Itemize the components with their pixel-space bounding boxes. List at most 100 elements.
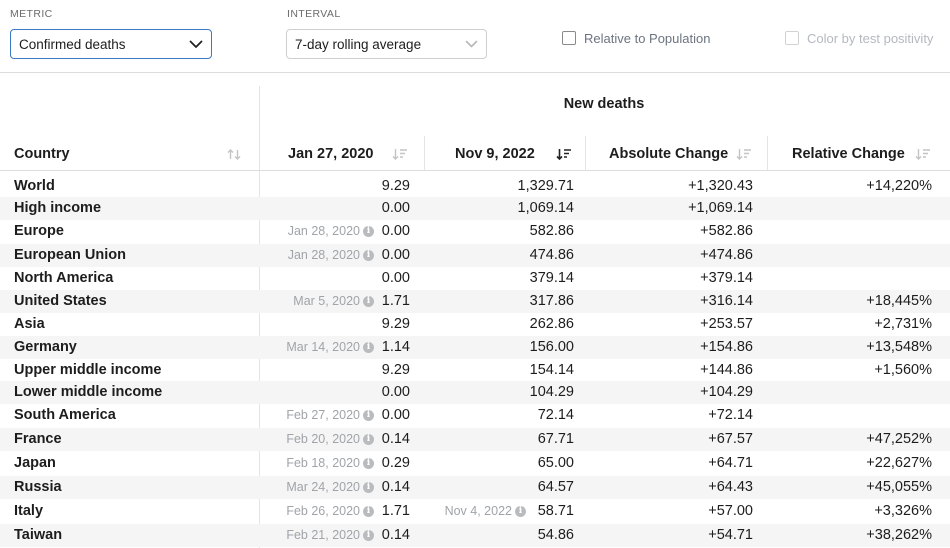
country-name: High income xyxy=(14,200,102,216)
table-row[interactable]: Upper middle income 9.29 154.14 +144.86 +1,5… xyxy=(0,359,950,382)
color-positivity-checkbox: Color by test positivity xyxy=(785,29,933,47)
sort-icon[interactable] xyxy=(736,148,752,161)
end-value: 262.86 xyxy=(529,316,574,332)
start-value: 9.29 xyxy=(381,316,410,332)
relative-change-value: +13,548% xyxy=(866,339,932,355)
absolute-change-value: +253.57 xyxy=(700,316,753,332)
info-icon[interactable]: i xyxy=(363,506,374,517)
sort-icon[interactable] xyxy=(227,148,241,161)
end-value: 156.00 xyxy=(529,339,574,355)
table-row[interactable]: Lower middle income 0.00 104.29 +104.29 xyxy=(0,381,950,404)
header-start-date-label: Jan 27, 2020 xyxy=(288,146,374,162)
absolute-change-value: +64.71 xyxy=(708,455,753,471)
start-date-note: Jan 28, 2020 i xyxy=(288,220,374,243)
relative-change-value: +45,055% xyxy=(866,479,932,495)
end-value: 67.71 xyxy=(537,431,574,447)
info-icon[interactable]: i xyxy=(363,530,374,541)
table-row[interactable]: Taiwan Feb 21, 2020 i 0.14 54.86 +54.71 +38,26… xyxy=(0,524,950,547)
start-date-note: Mar 14, 2020 i xyxy=(286,336,374,359)
start-value: 0.14 xyxy=(381,527,410,543)
relative-change-value: +1,560% xyxy=(874,362,932,378)
start-date-note: Feb 20, 2020 i xyxy=(286,428,374,451)
table-row[interactable]: Italy Feb 26, 2020 i 1.71 Nov 4, 2022 i 58.71 +… xyxy=(0,500,950,523)
end-value: 64.57 xyxy=(537,479,574,495)
interval-dropdown[interactable]: 7-day rolling average xyxy=(286,29,487,59)
table-row[interactable]: Asia 9.29 262.86 +253.57 +2,731% xyxy=(0,313,950,336)
info-icon[interactable]: i xyxy=(363,458,374,469)
column-divider xyxy=(767,136,768,170)
table-row[interactable]: South America Feb 27, 2020 i 0.00 72.14 +72.1… xyxy=(0,404,950,427)
controls-bar: METRIC Confirmed deaths INTERVAL 7-day r… xyxy=(0,0,950,73)
table-row[interactable]: France Feb 20, 2020 i 0.14 67.71 +67.57 +47,25… xyxy=(0,428,950,451)
header-relative-change[interactable]: Relative Change xyxy=(792,146,905,162)
start-date-note-text: Jan 28, 2020 xyxy=(287,248,360,262)
header-country[interactable]: Country xyxy=(14,146,70,162)
end-date-note-text: Nov 4, 2022 xyxy=(444,504,512,518)
checkbox-box[interactable] xyxy=(562,31,576,45)
country-name: United States xyxy=(14,293,107,309)
end-date-note: Nov 4, 2022 i xyxy=(445,500,526,523)
relative-change-value: +47,252% xyxy=(866,431,932,447)
sort-icon[interactable] xyxy=(392,148,408,161)
header-country-label: Country xyxy=(14,146,70,162)
header-end-date-label: Nov 9, 2022 xyxy=(455,146,535,162)
start-date-note-text: Mar 14, 2020 xyxy=(286,340,360,354)
absolute-change-value: +57.00 xyxy=(708,503,753,519)
end-value: 58.71 xyxy=(537,503,574,519)
start-value: 0.00 xyxy=(381,200,410,216)
table-row[interactable]: North America 0.00 379.14 +379.14 xyxy=(0,267,950,290)
metric-value: Confirmed deaths xyxy=(19,36,126,52)
start-value: 0.00 xyxy=(381,407,410,423)
end-value: 104.29 xyxy=(529,384,574,400)
start-date-note-text: Feb 27, 2020 xyxy=(286,408,360,422)
header-absolute-change[interactable]: Absolute Change xyxy=(609,146,728,162)
info-icon[interactable]: i xyxy=(363,482,374,493)
info-icon[interactable]: i xyxy=(363,226,374,237)
table-row[interactable]: World 9.29 1,329.71 +1,320.43 +14,220% xyxy=(0,175,950,198)
header-divider xyxy=(0,170,950,171)
end-value: 154.14 xyxy=(529,362,574,378)
header-end-date[interactable]: Nov 9, 2022 xyxy=(455,146,535,162)
start-value: 1.71 xyxy=(381,503,410,519)
table-row[interactable]: Russia Mar 24, 2020 i 0.14 64.57 +64.43 +45,05… xyxy=(0,476,950,499)
relative-change-value: +22,627% xyxy=(866,455,932,471)
sort-icon[interactable] xyxy=(915,148,931,161)
color-positivity-label: Color by test positivity xyxy=(807,30,934,46)
info-icon[interactable]: i xyxy=(363,250,374,261)
table-row[interactable]: United States Mar 5, 2020 i 1.71 317.86 +316.… xyxy=(0,290,950,313)
start-date-note-text: Feb 18, 2020 xyxy=(286,456,360,470)
start-date-note-text: Jan 28, 2020 xyxy=(287,224,360,238)
table-row[interactable]: High income 0.00 1,069.14 +1,069.14 xyxy=(0,197,950,220)
info-icon[interactable]: i xyxy=(363,342,374,353)
start-value: 1.14 xyxy=(381,339,410,355)
header-start-date[interactable]: Jan 27, 2020 xyxy=(288,146,373,162)
header-absolute-change-label: Absolute Change xyxy=(609,146,729,162)
country-name: Europe xyxy=(14,223,64,239)
metric-dropdown[interactable]: Confirmed deaths xyxy=(10,29,212,59)
table-row[interactable]: Japan Feb 18, 2020 i 0.29 65.00 +64.71 +22,627… xyxy=(0,452,950,475)
absolute-change-value: +67.57 xyxy=(708,431,753,447)
start-date-note: Feb 26, 2020 i xyxy=(286,500,374,523)
group-title: New deaths xyxy=(563,96,645,112)
absolute-change-value: +54.71 xyxy=(708,527,753,543)
header-relative-change-label: Relative Change xyxy=(792,146,905,162)
table-row[interactable]: European Union Jan 28, 2020 i 0.00 474.86 +47… xyxy=(0,244,950,267)
absolute-change-value: +316.14 xyxy=(700,293,753,309)
absolute-change-value: +1,069.14 xyxy=(688,200,753,216)
country-name: France xyxy=(14,431,62,447)
start-date-note: Feb 21, 2020 i xyxy=(286,524,374,547)
absolute-change-value: +474.86 xyxy=(700,247,753,263)
info-icon[interactable]: i xyxy=(363,296,374,307)
start-value: 0.29 xyxy=(381,455,410,471)
end-value: 582.86 xyxy=(529,223,574,239)
end-value: 1,069.14 xyxy=(517,200,574,216)
table-row[interactable]: Germany Mar 14, 2020 i 1.14 156.00 +154.86 +13… xyxy=(0,336,950,359)
table-row[interactable]: Europe Jan 28, 2020 i 0.00 582.86 +582.86 xyxy=(0,220,950,243)
sort-desc-icon[interactable] xyxy=(556,148,572,161)
info-icon[interactable]: i xyxy=(363,410,374,421)
info-icon[interactable]: i xyxy=(363,434,374,445)
info-icon[interactable]: i xyxy=(515,506,526,517)
relative-population-checkbox[interactable]: Relative to Population xyxy=(562,29,710,47)
end-value: 317.86 xyxy=(529,293,574,309)
start-date-note: Feb 18, 2020 i xyxy=(286,452,374,475)
